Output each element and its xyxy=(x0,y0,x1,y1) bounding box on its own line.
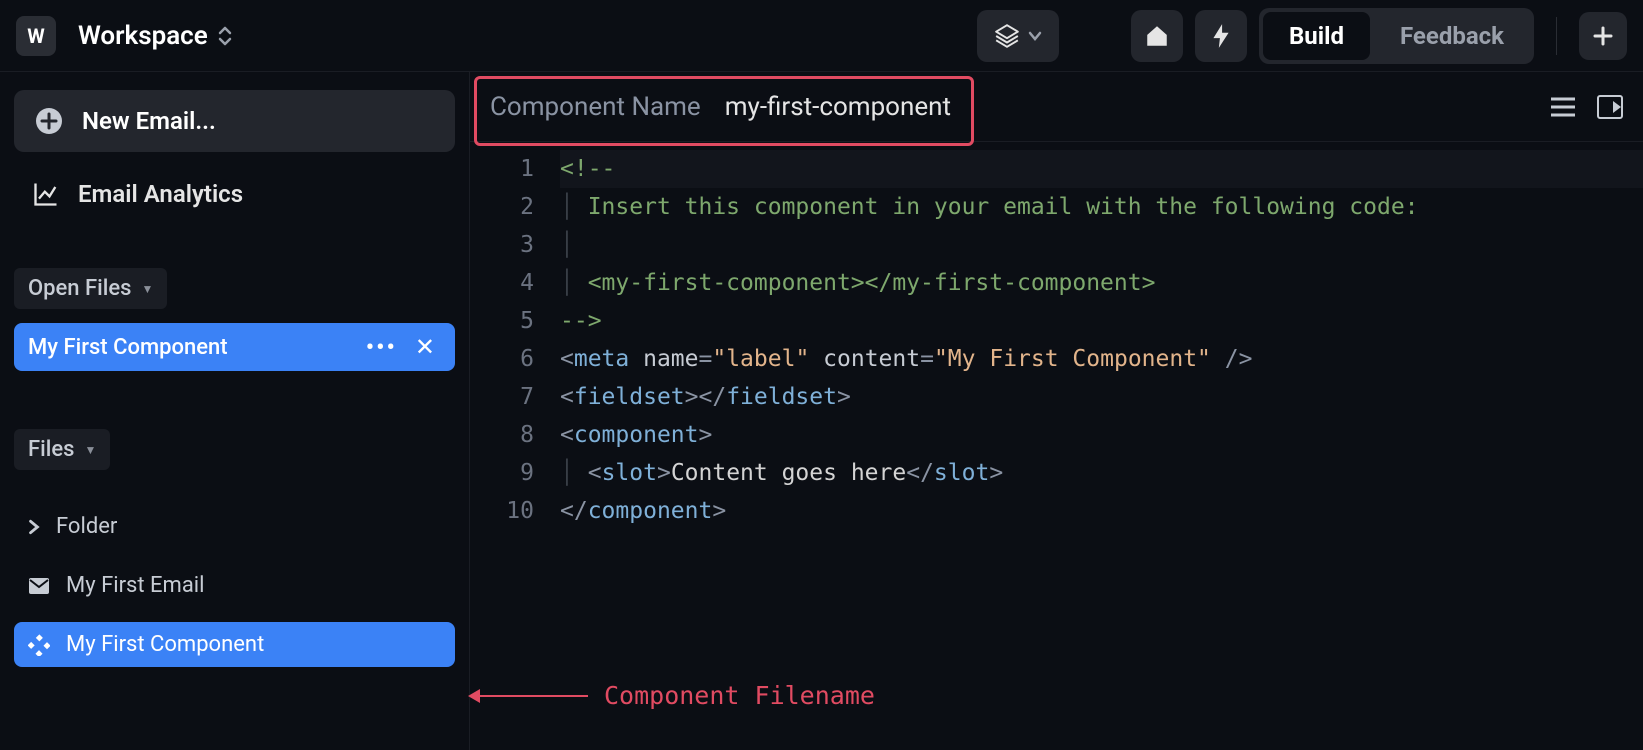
sidebar-analytics-label: Email Analytics xyxy=(78,180,243,208)
plus-circle-icon xyxy=(34,106,64,136)
file-row-label: My First Component xyxy=(66,632,264,657)
email-icon xyxy=(28,577,50,595)
home-icon xyxy=(1144,23,1170,49)
workspace-logo[interactable]: W xyxy=(16,16,56,56)
new-email-button[interactable]: New Email... xyxy=(14,90,455,152)
add-button[interactable] xyxy=(1579,12,1627,60)
line-gutter: 1 2 3 4 5 6 7 8 9 10 xyxy=(470,150,552,750)
new-email-label: New Email... xyxy=(82,107,216,135)
filename-annotation: Component Filename xyxy=(470,681,875,710)
tab-build[interactable]: Build xyxy=(1263,12,1370,60)
arrow-left-icon xyxy=(470,695,588,697)
more-icon[interactable]: ••• xyxy=(366,333,397,361)
home-button[interactable] xyxy=(1131,10,1183,62)
file-row-email[interactable]: My First Email xyxy=(14,563,455,608)
updown-icon xyxy=(218,26,232,46)
workspace-label: Workspace xyxy=(78,21,208,51)
plus-icon xyxy=(1592,25,1614,47)
layers-dropdown-button[interactable] xyxy=(977,10,1059,62)
lines-icon[interactable] xyxy=(1549,95,1577,119)
sidebar: New Email... Email Analytics Open Files … xyxy=(0,72,470,750)
file-row-component[interactable]: My First Component xyxy=(14,622,455,667)
component-name-label: Component Name xyxy=(490,92,701,122)
mode-tabs: Build Feedback xyxy=(1259,8,1534,64)
annotation-label: Component Filename xyxy=(604,681,875,710)
sidebar-analytics[interactable]: Email Analytics xyxy=(14,166,455,222)
divider xyxy=(1556,17,1557,55)
chevron-down-icon xyxy=(1028,31,1042,41)
code-content[interactable]: <!--│ Insert this component in your emai… xyxy=(552,150,1643,750)
workspace-logo-letter: W xyxy=(27,24,45,48)
layers-icon xyxy=(994,23,1020,49)
file-row-folder[interactable]: Folder xyxy=(14,504,455,549)
file-row-label: Folder xyxy=(56,514,117,539)
open-files-header[interactable]: Open Files ▼ xyxy=(14,268,167,309)
open-file-tab[interactable]: My First Component ••• ✕ xyxy=(14,323,455,371)
chart-icon xyxy=(32,180,60,208)
chevron-right-icon xyxy=(28,519,40,535)
files-header[interactable]: Files ▼ xyxy=(14,429,110,470)
bolt-icon xyxy=(1210,23,1232,49)
file-row-label: My First Email xyxy=(66,573,205,598)
triangle-down-icon: ▼ xyxy=(84,443,96,457)
component-icon xyxy=(28,634,50,656)
component-name-bar: Component Name my-first-component xyxy=(470,72,1643,142)
workspace-switcher[interactable]: Workspace xyxy=(68,15,242,57)
triangle-down-icon: ▼ xyxy=(141,282,153,296)
code-editor[interactable]: 1 2 3 4 5 6 7 8 9 10 <!--│ Insert this c… xyxy=(470,142,1643,750)
close-icon[interactable]: ✕ xyxy=(409,333,441,361)
play-panel-icon[interactable] xyxy=(1597,95,1623,119)
component-name-value[interactable]: my-first-component xyxy=(725,92,951,122)
topbar: W Workspace Bu xyxy=(0,0,1643,72)
open-file-name: My First Component xyxy=(28,335,354,360)
bolt-button[interactable] xyxy=(1195,10,1247,62)
tab-feedback[interactable]: Feedback xyxy=(1374,12,1530,60)
editor-panel: Component Name my-first-component 1 2 3 xyxy=(470,72,1643,750)
files-header-label: Files xyxy=(28,437,74,462)
open-files-label: Open Files xyxy=(28,276,131,301)
